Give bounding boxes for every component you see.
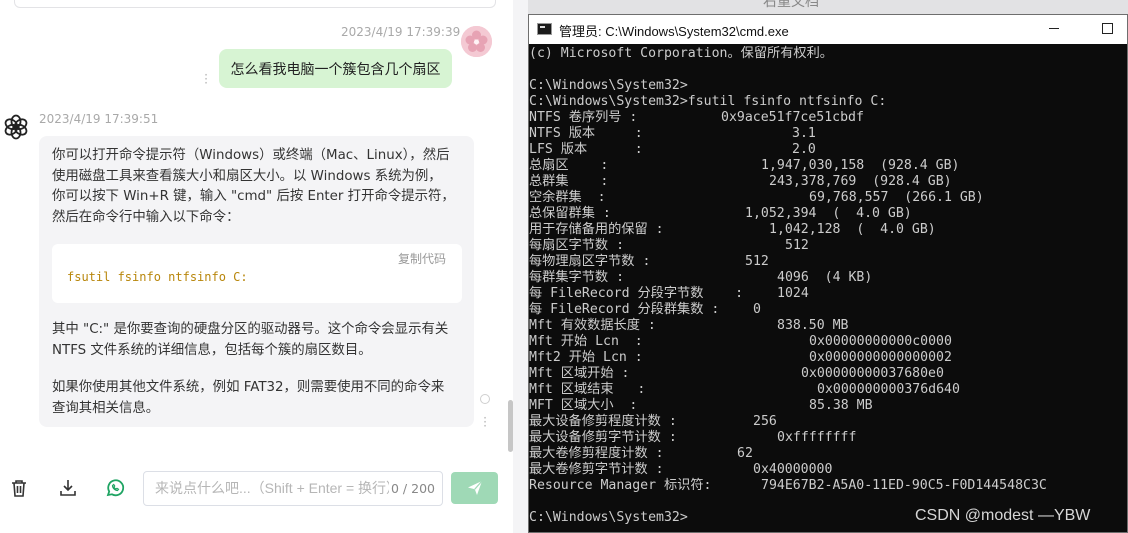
assistant-avatar-icon xyxy=(2,113,30,141)
text-line: 使用磁盘工具来查看簇大小和扇区大小。以 Windows 系统为例， xyxy=(52,168,442,184)
cmd-window-title: 管理员: C:\Windows\System32\cmd.exe xyxy=(559,24,789,39)
assistant-timestamp: 2023/4/19 17:39:51 xyxy=(39,112,159,126)
loading-indicator-icon xyxy=(480,394,490,404)
chat-pane: 2023/4/19 17:39:39 怎么看我电脑一个簇包含几个扇区 · · · 2… xyxy=(0,0,513,533)
pane-divider xyxy=(513,0,528,533)
terminal-line-label: 空余群集 : xyxy=(529,190,606,205)
terminal-line-value: 512 xyxy=(745,254,769,269)
terminal-line-label: NTFS 版本 : xyxy=(529,126,643,141)
terminal-line-value: 1,052,394 ( 4.0 GB) xyxy=(745,206,912,221)
terminal-line-label: C:\Windows\System32>fsutil fsinfo ntfsin… xyxy=(529,94,887,109)
text-line: NTFS 文件系统的详细信息，包括每个簇的扇区数目。 xyxy=(52,342,372,358)
text-line: 如果你使用其他文件系统，例如 FAT32，则需要使用不同的命令来 xyxy=(52,380,445,395)
cmd-window[interactable]: 管理员: C:\Windows\System32\cmd.exe (c) Mic… xyxy=(528,14,1128,533)
terminal-line-label: 总保留群集 : xyxy=(529,206,611,221)
terminal-line-value: 1,042,128 ( 4.0 GB) xyxy=(769,222,936,237)
terminal-line-value: 2.0 xyxy=(792,142,816,157)
terminal-line-label: Resource Manager 标识符: xyxy=(529,478,712,493)
terminal-line-label: Mft 有效数据长度 : xyxy=(529,318,656,333)
terminal-line-value: 0x40000000 xyxy=(753,462,833,477)
terminal-line-value: 4096 (4 KB) xyxy=(777,270,873,285)
terminal-line-label: 最大卷修剪字节计数 : xyxy=(529,462,664,477)
text-line: 你可以打开命令提示符（Windows）或终端（Mac、Linux），然后 xyxy=(52,148,450,163)
download-icon[interactable] xyxy=(57,477,79,499)
terminal-line-label: 总群集 : xyxy=(529,174,609,189)
terminal-line-label: 每物理扇区字节数 : xyxy=(529,254,651,269)
terminal-line-label: C:\Windows\System32> xyxy=(529,78,688,93)
minimize-icon[interactable] xyxy=(1049,28,1059,29)
terminal-line-label: 总扇区 : xyxy=(529,158,609,173)
code-block: 复制代码 fsutil fsinfo ntfsinfo C: xyxy=(52,244,462,303)
terminal-line-label: 每群集字节数 : xyxy=(529,270,625,285)
code-text: fsutil fsinfo ntfsinfo C: xyxy=(67,270,248,284)
terminal-line-label: Mft 区域结束 : xyxy=(529,382,646,397)
terminal-line-label: NTFS 卷序列号 : xyxy=(529,110,638,125)
terminal-line-value: 1,947,030,158 (928.4 GB) xyxy=(761,158,960,173)
user-message-bubble: 怎么看我电脑一个簇包含几个扇区 xyxy=(219,49,452,88)
trash-icon[interactable] xyxy=(8,477,30,499)
terminal-line-label: Mft 区域开始 : xyxy=(529,366,630,381)
terminal-line-value: 0 xyxy=(753,302,761,317)
send-icon xyxy=(467,480,482,495)
terminal-line-value: 69,768,557 (266.1 GB) xyxy=(809,190,984,205)
assistant-paragraph-1: 你可以打开命令提示符（Windows）或终端（Mac、Linux），然后 使用磁… xyxy=(52,146,455,228)
terminal-line-value: 512 xyxy=(785,238,809,253)
terminal-line-value: 0xffffffff xyxy=(777,430,857,445)
assistant-message-more-icon[interactable]: · · · xyxy=(481,412,489,432)
terminal-line-value: 0x0000000000000002 xyxy=(809,350,952,365)
assistant-message-bubble: 你可以打开命令提示符（Windows）或终端（Mac、Linux），然后 使用磁… xyxy=(39,136,474,427)
terminal-line-label: C:\Windows\System32> xyxy=(529,510,688,525)
maximize-icon[interactable] xyxy=(1102,23,1113,34)
terminal-line-label: 用于存储备用的保留 : xyxy=(529,222,664,237)
terminal-line-label: Mft 开始 Lcn : xyxy=(529,334,643,349)
terminal-line-value: 0x00000000037680e0 xyxy=(801,366,944,381)
terminal-line-value: 0x00000000000c0000 xyxy=(809,334,952,349)
terminal-line-value: 0x9ace51f7ce51cbdf xyxy=(721,110,864,125)
char-counter: 0 / 200 xyxy=(389,481,435,496)
terminal-line-value: 243,378,769 (928.4 GB) xyxy=(769,174,952,189)
terminal-line-label: Mft2 开始 Lcn : xyxy=(529,350,643,365)
user-avatar[interactable] xyxy=(461,26,492,57)
terminal-output[interactable]: (c) Microsoft Corporation。保留所有权利。 C:\Wind… xyxy=(529,45,1127,532)
background-window-title: 右重文档 xyxy=(763,0,819,10)
cmd-app-icon xyxy=(537,23,552,35)
terminal-line-value: 0x000000000376d640 xyxy=(817,382,960,397)
previous-message-edge xyxy=(14,0,496,8)
text-line: 然后在命令行中输入以下命令： xyxy=(52,209,240,225)
terminal-line-value: 256 xyxy=(753,414,777,429)
terminal-line-label: 每 FileRecord 分段群集数 : xyxy=(529,302,720,317)
terminal-line-value: 1024 xyxy=(777,286,809,301)
terminal-line-value: 85.38 MB xyxy=(809,398,873,413)
terminal-line-value: 794E67B2-A5A0-11ED-90C5-F0D144548C3C xyxy=(761,478,1047,493)
assistant-paragraph-2: 其中 "C:" 是你要查询的硬盘分区的驱动器号。这个命令会显示有关 NTFS 文… xyxy=(52,320,448,361)
terminal-line-value: 838.50 MB xyxy=(777,318,849,333)
terminal-line-label: LFS 版本 : xyxy=(529,142,643,157)
terminal-line-label: 每 FileRecord 分段字节数 : xyxy=(529,286,744,301)
user-timestamp: 2023/4/19 17:39:39 xyxy=(341,25,461,39)
terminal-line-label: 每扇区字节数 : xyxy=(529,238,625,253)
send-button[interactable] xyxy=(451,472,498,504)
user-message-more-icon[interactable]: · · · xyxy=(202,69,210,89)
cmd-titlebar[interactable]: 管理员: C:\Windows\System32\cmd.exe xyxy=(529,15,1127,44)
text-line: 你可以按下 Win+R 键，输入 "cmd" 后按 Enter 打开命令提示符， xyxy=(52,189,455,204)
background-window: 右重文档 xyxy=(528,0,1128,14)
terminal-line-value: 3.1 xyxy=(792,126,816,141)
terminal-line-label: (c) Microsoft Corporation。保留所有权利。 xyxy=(529,46,833,61)
terminal-line-label: 最大卷修剪程度计数 : xyxy=(529,446,664,461)
assistant-paragraph-3: 如果你使用其他文件系统，例如 FAT32，则需要使用不同的命令来 查询其相关信息… xyxy=(52,378,444,419)
whatsapp-icon[interactable] xyxy=(104,477,126,499)
copy-code-button[interactable]: 复制代码 xyxy=(398,250,446,267)
watermark: CSDN @modest —YBW xyxy=(915,507,1091,524)
text-line: 查询其相关信息。 xyxy=(52,400,160,416)
terminal-line-label: MFT 区域大小 : xyxy=(529,398,638,413)
terminal-line-label: 最大设备修剪字节计数 : xyxy=(529,430,677,445)
text-line: 其中 "C:" 是你要查询的硬盘分区的驱动器号。这个命令会显示有关 xyxy=(52,322,449,337)
terminal-line-value: 62 xyxy=(737,446,753,461)
terminal-line-label: 最大设备修剪程度计数 : xyxy=(529,414,677,429)
